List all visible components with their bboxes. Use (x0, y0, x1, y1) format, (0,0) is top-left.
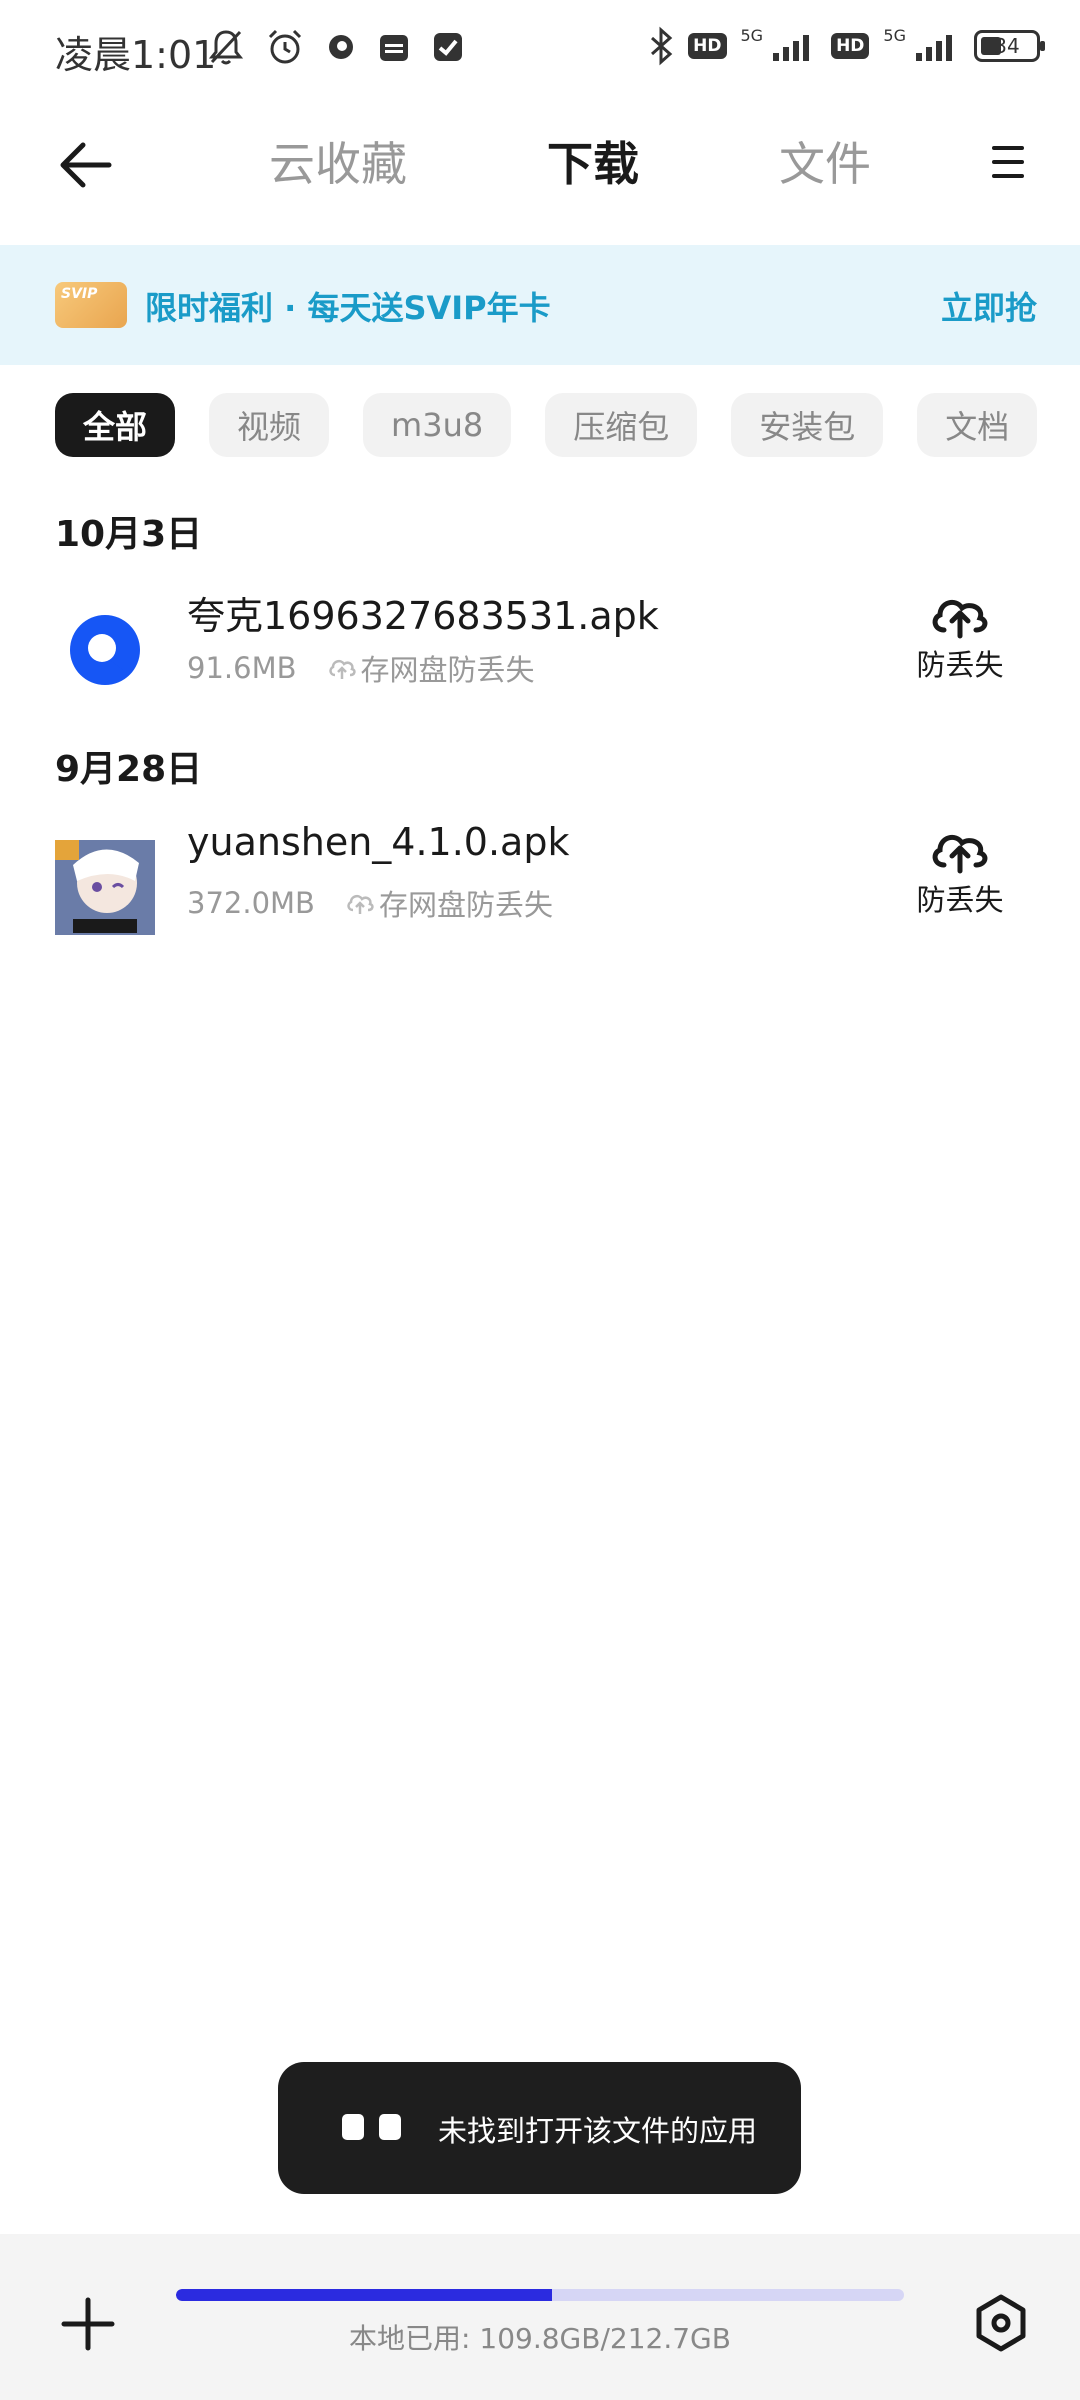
file-size: 91.6MB (187, 651, 297, 685)
status-icons-left (208, 28, 464, 66)
backup-button-label: 防丢失 (916, 883, 1004, 917)
promo-cta-button[interactable]: 立即抢 (941, 283, 1037, 329)
bottom-bar: 本地已用: 109.8GB/212.7GB (0, 2234, 1080, 2400)
signal-icon (773, 35, 810, 61)
cloud-upload-icon (932, 834, 988, 874)
cloud-small-icon (328, 659, 356, 679)
signal-icon (916, 35, 952, 61)
promo-banner[interactable]: SVIP 限时福利 · 每天送SVIP年卡 立即抢 (0, 245, 1080, 365)
file-meta: 91.6MB 存网盘防丢失 (187, 647, 535, 689)
cloud-upload-icon (932, 599, 988, 639)
backup-button[interactable]: 防丢失 (895, 825, 1025, 919)
file-name: 夸克1696327683531.apk (187, 594, 659, 638)
storage-bar (176, 2289, 904, 2301)
file-row[interactable]: 夸克1696327683531.apk 91.6MB 存网盘防丢失 防丢失 (0, 575, 1080, 715)
promo-text: 限时福利 · 每天送SVIP年卡 (145, 289, 551, 327)
file-meta: 372.0MB 存网盘防丢失 (187, 882, 553, 924)
tab-1[interactable]: 下载 (487, 128, 639, 194)
filter-chip[interactable]: 文档 (917, 393, 1038, 457)
svip-badge-label: SVIP (61, 286, 98, 302)
hd-badge: HD (688, 33, 727, 59)
tab-bar: 云收藏 下载 文件 (0, 128, 1080, 194)
network-5g-label: 5G (740, 26, 764, 45)
date-header: 10月3日 (55, 514, 203, 555)
svip-card-icon: SVIP (55, 282, 127, 328)
check-app-icon (434, 33, 462, 61)
filter-chip[interactable]: 视频 (209, 393, 330, 457)
settings-hexagon-icon[interactable] (970, 2292, 1032, 2354)
backup-hint-text: 存网盘防丢失 (378, 888, 553, 922)
backup-button-label: 防丢失 (916, 648, 1004, 682)
battery-icon: 34 (974, 30, 1045, 62)
backup-button[interactable]: 防丢失 (895, 590, 1025, 684)
backup-hint: 存网盘防丢失 (327, 647, 535, 689)
filter-chip[interactable]: 全部 (55, 393, 176, 457)
bluetooth-icon (651, 26, 673, 66)
filter-chip[interactable]: m3u8 (363, 393, 512, 457)
file-row[interactable]: yuanshen_4.1.0.apk 372.0MB 存网盘防丢失 防丢失 (0, 810, 1080, 950)
plus-icon[interactable] (58, 2294, 118, 2354)
file-name: yuanshen_4.1.0.apk (187, 820, 570, 864)
cloud-small-icon (347, 894, 374, 914)
filter-chip[interactable]: 压缩包 (545, 393, 698, 457)
storage-usage: 本地已用: 109.8GB/212.7GB (176, 2289, 904, 2357)
quark-app-icon (70, 615, 140, 685)
file-size: 372.0MB (187, 886, 315, 920)
backup-hint: 存网盘防丢失 (345, 882, 553, 924)
toast-app-icon (342, 2114, 401, 2140)
date-header: 9月28日 (55, 749, 203, 790)
toast: 未找到打开该文件的应用 (278, 2062, 801, 2194)
mute-bell-icon (208, 30, 244, 65)
storage-text: 本地已用: 109.8GB/212.7GB (349, 2322, 731, 2355)
network-5g-label: 5G (883, 26, 906, 45)
menu-icon[interactable] (986, 140, 1030, 184)
genshin-app-icon (55, 840, 155, 935)
tab-0[interactable]: 云收藏 (209, 128, 407, 194)
app-dot-icon (329, 35, 353, 59)
status-icons-right: HD 5G HD 5G 34 (648, 26, 1045, 66)
calendar-icon (380, 35, 408, 61)
storage-bar-fill (176, 2289, 552, 2301)
hd-badge: HD (831, 33, 870, 59)
status-time: 凌晨1:01 (55, 33, 217, 77)
tab-2[interactable]: 文件 (719, 128, 871, 194)
alarm-icon (268, 29, 302, 64)
top-nav: 云收藏 下载 文件 (0, 100, 1080, 245)
backup-hint-text: 存网盘防丢失 (360, 653, 535, 687)
battery-level: 34 (994, 34, 1020, 58)
filter-chip[interactable]: 安装包 (731, 393, 884, 457)
filter-chips: 全部 视频 m3u8 压缩包 安装包 文档 (55, 393, 1080, 457)
toast-text: 未找到打开该文件的应用 (438, 2114, 758, 2148)
status-bar: 凌晨1:01 HD 5G HD 5G 34 (0, 0, 1080, 100)
